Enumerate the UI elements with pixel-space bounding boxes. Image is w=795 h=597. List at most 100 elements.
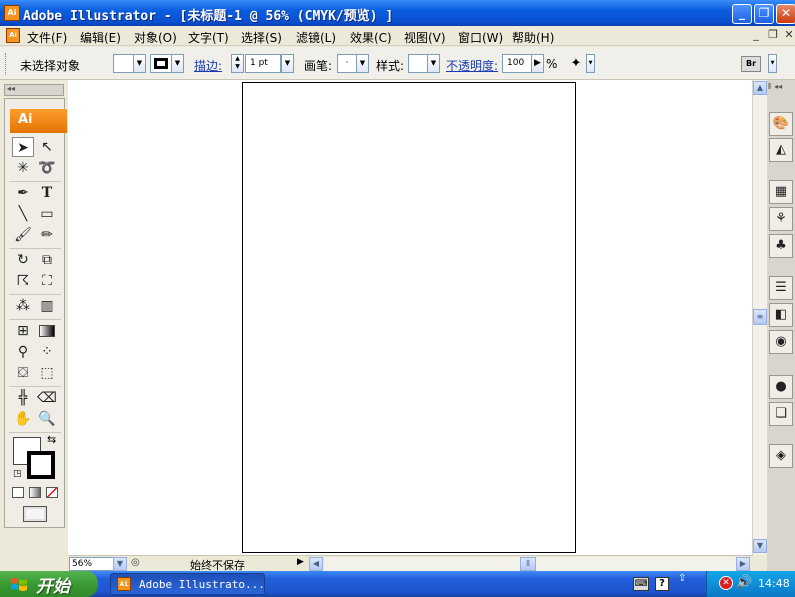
opacity-arrow-icon[interactable]: ▶	[531, 54, 544, 73]
taskbar-item-illustrator[interactable]: Ai Adobe Illustrato...	[110, 573, 265, 595]
stroke-weight-field[interactable]: 1 pt	[245, 54, 281, 73]
document-icon[interactable]: Ai	[6, 28, 20, 43]
menu-select[interactable]: 选择(S)	[241, 29, 282, 46]
stroke-dropdown-icon[interactable]: ▼	[171, 54, 184, 73]
live-paint-selection-tool-icon[interactable]: ⬚	[36, 363, 58, 383]
fill-dropdown-icon[interactable]: ▼	[133, 54, 146, 73]
vertical-scroll-thumb[interactable]: ≡	[753, 309, 767, 325]
vertical-scrollbar[interactable]: ▲ ≡ ▼	[752, 80, 767, 555]
scroll-left-icon[interactable]: ◀	[309, 557, 323, 571]
scroll-right-icon[interactable]: ▶	[736, 557, 750, 571]
slice-tool-icon[interactable]: ╬	[12, 388, 34, 408]
column-graph-tool-icon[interactable]: ▥	[36, 296, 58, 316]
gradient-panel-icon[interactable]: ◧	[769, 303, 793, 327]
color-guide-panel-icon[interactable]: ◭	[769, 138, 793, 162]
layers-panel-icon[interactable]: ◈	[769, 444, 793, 468]
stroke-swatch[interactable]	[150, 54, 172, 73]
volume-icon[interactable]: 🔊	[736, 575, 752, 590]
artboard[interactable]	[242, 82, 576, 553]
app-icon[interactable]: Ai	[4, 5, 20, 21]
color-mode-icon[interactable]	[12, 487, 24, 498]
style-dropdown-icon[interactable]: ▼	[427, 54, 440, 73]
zoom-tool-icon[interactable]: 🔍	[36, 409, 58, 429]
swap-colors-icon[interactable]: ⇆	[47, 433, 56, 446]
menu-effect[interactable]: 效果(C)	[350, 29, 392, 46]
language-bar-icon[interactable]: ⇪	[678, 573, 686, 584]
scroll-up-icon[interactable]: ▲	[753, 81, 767, 95]
clock[interactable]: 14:48	[758, 577, 790, 590]
brushes-panel-icon[interactable]: ⚘	[769, 207, 793, 231]
stroke-panel-icon[interactable]: ☰	[769, 276, 793, 300]
free-transform-tool-icon[interactable]: ⛶	[36, 271, 58, 291]
menu-view[interactable]: 视图(V)	[404, 29, 446, 46]
menu-file[interactable]: 文件(F)	[27, 29, 67, 46]
stroke-weight-dropdown-icon[interactable]: ▼	[281, 54, 294, 73]
none-mode-icon[interactable]	[46, 487, 58, 498]
line-segment-tool-icon[interactable]: ╲	[12, 204, 34, 224]
bridge-dropdown-icon[interactable]: ▼	[768, 54, 777, 73]
menu-edit[interactable]: 编辑(E)	[80, 29, 121, 46]
rectangle-tool-icon[interactable]: ▭	[36, 204, 58, 224]
security-alert-icon[interactable]: ✕	[719, 576, 733, 590]
swatches-panel-icon[interactable]: ▦	[769, 180, 793, 204]
menu-filter[interactable]: 滤镜(L)	[296, 29, 336, 46]
status-menu-arrow-icon[interactable]: ▶	[297, 557, 304, 567]
transparency-panel-icon[interactable]: ◉	[769, 330, 793, 354]
keyboard-icon[interactable]: ⌨	[633, 577, 649, 591]
doc-restore-button[interactable]: ❐	[766, 28, 780, 42]
pen-tool-icon[interactable]: ✒	[12, 183, 34, 203]
menu-object[interactable]: 对象(O)	[134, 29, 177, 46]
menu-help[interactable]: 帮助(H)	[512, 29, 554, 46]
rotate-tool-icon[interactable]: ↻	[12, 250, 34, 270]
restore-button[interactable]: ❐	[754, 4, 774, 24]
mesh-tool-icon[interactable]: ⊞	[12, 321, 34, 341]
gradient-mode-icon[interactable]	[29, 487, 41, 498]
type-tool-icon[interactable]: T	[36, 183, 58, 203]
default-colors-icon[interactable]: ◳	[13, 469, 22, 479]
brush-dropdown-icon[interactable]: ▼	[356, 54, 369, 73]
eraser-tool-icon[interactable]: ⌫	[36, 388, 58, 408]
zoom-field[interactable]: 56%	[69, 557, 115, 571]
opacity-label[interactable]: 不透明度:	[446, 57, 498, 74]
appearance-panel-icon[interactable]: ●	[769, 375, 793, 399]
hand-tool-icon[interactable]: ✋	[12, 409, 34, 429]
lasso-tool-icon[interactable]: ➰	[36, 158, 58, 178]
color-panel-icon[interactable]: 🎨	[769, 112, 793, 136]
menu-window[interactable]: 窗口(W)	[458, 29, 503, 46]
symbol-sprayer-tool-icon[interactable]: ⁂	[12, 296, 34, 316]
zoom-dropdown-icon[interactable]: ▼	[113, 557, 127, 571]
scale-tool-icon[interactable]: ⧉	[36, 250, 58, 270]
stroke-spinner-icon[interactable]: ▲ ▼	[231, 54, 244, 73]
stroke-color-box[interactable]	[27, 451, 55, 479]
doc-close-button[interactable]: ✕	[782, 28, 795, 42]
version-cue-icon[interactable]: ◎	[131, 557, 140, 568]
dock-expand-icon[interactable]: ⦀ ◂◂	[768, 82, 794, 94]
doc-minimize-button[interactable]: _	[749, 28, 763, 42]
magic-wand-tool-icon[interactable]: ✳	[12, 158, 34, 178]
grip-handle[interactable]	[5, 53, 8, 75]
symbols-panel-icon[interactable]: ♣	[769, 234, 793, 258]
gradient-tool-icon[interactable]	[36, 321, 58, 341]
opacity-field[interactable]: 100	[502, 54, 532, 73]
minimize-button[interactable]: _	[732, 4, 752, 24]
pencil-tool-icon[interactable]: ✏	[36, 225, 58, 245]
menu-type[interactable]: 文字(T)	[188, 29, 229, 46]
start-button[interactable]: 开始	[0, 571, 98, 597]
brush-field[interactable]: ·	[337, 54, 357, 73]
horizontal-scroll-thumb[interactable]: ⦀	[520, 557, 536, 571]
stroke-label[interactable]: 描边:	[194, 57, 222, 74]
eyedropper-tool-icon[interactable]: ⚲	[12, 342, 34, 362]
paintbrush-tool-icon[interactable]: 🖌	[12, 225, 34, 245]
warp-tool-icon[interactable]: ☈	[12, 271, 34, 291]
isolate-icon[interactable]: ✦	[567, 55, 585, 72]
close-button[interactable]: ✕	[776, 4, 795, 24]
help-icon[interactable]: ?	[655, 577, 669, 591]
scroll-down-icon[interactable]: ▼	[753, 539, 767, 553]
collapse-arrows-icon[interactable]: ◂◂	[7, 84, 15, 93]
screen-mode-icon[interactable]	[23, 506, 47, 522]
direct-selection-tool-icon[interactable]: ↖	[36, 137, 58, 157]
title-bar[interactable]: Ai Adobe Illustrator - [未标题-1 @ 56% (CMY…	[0, 0, 795, 26]
bridge-icon[interactable]: Br	[741, 56, 761, 72]
live-paint-bucket-tool-icon[interactable]: ⛋	[12, 363, 34, 383]
isolate-dropdown-icon[interactable]: ▼	[586, 54, 595, 73]
